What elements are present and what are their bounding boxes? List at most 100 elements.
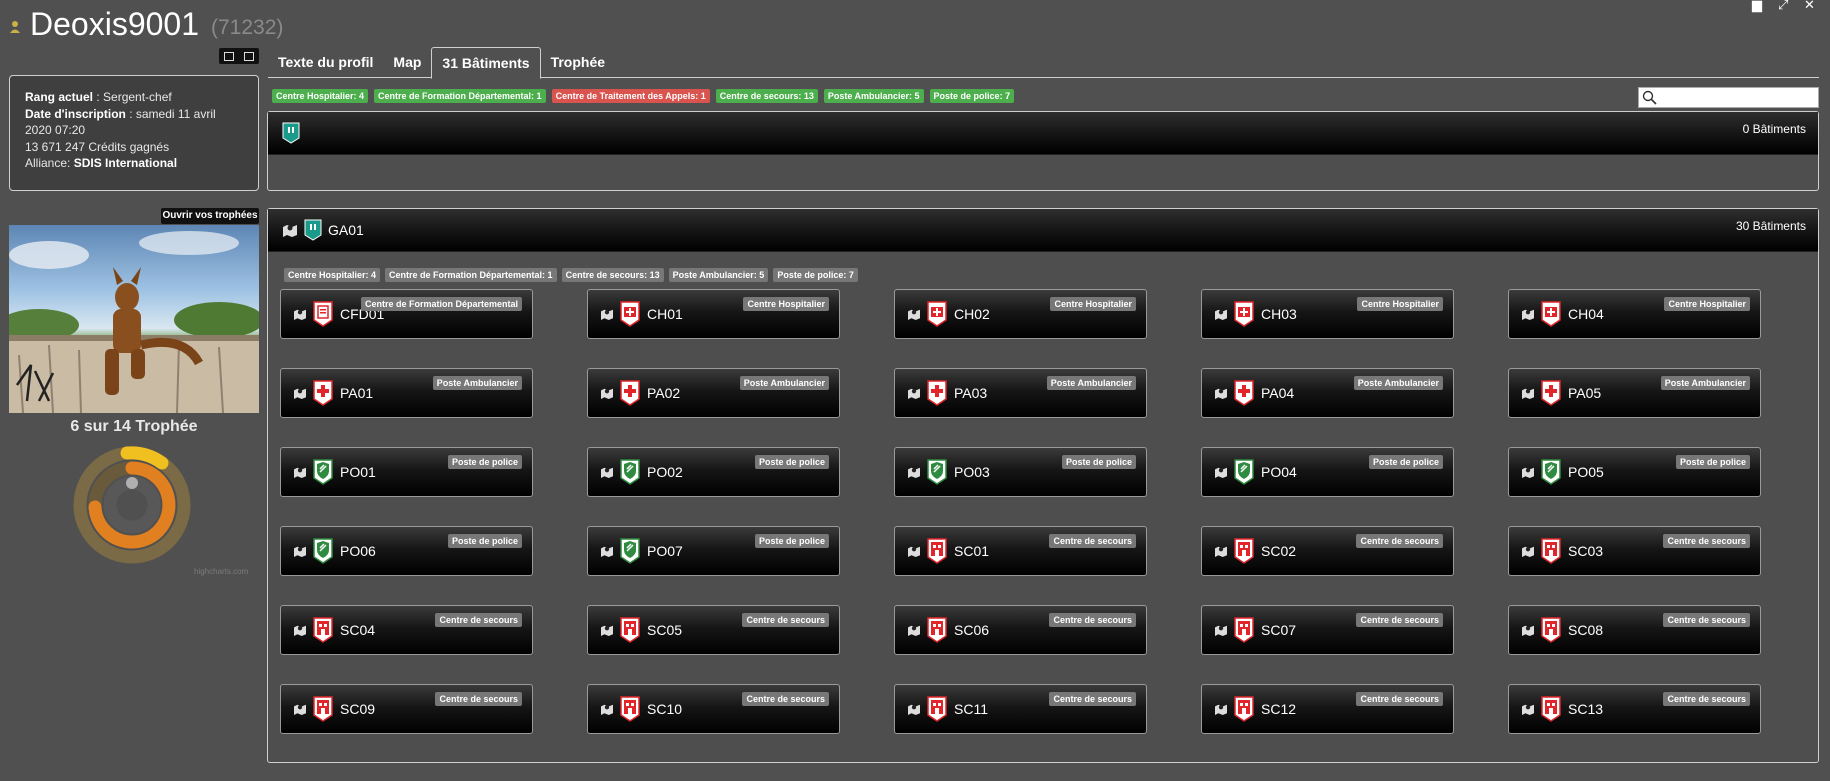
map-icon[interactable]	[1214, 308, 1228, 320]
map-icon[interactable]	[907, 624, 921, 636]
tab-map[interactable]: Map	[383, 47, 431, 78]
building-name[interactable]: SC06	[954, 622, 989, 638]
image-icon[interactable]	[244, 51, 254, 61]
open-trophies-button[interactable]: Ouvrir vos trophées	[161, 208, 259, 224]
tab-profile-text[interactable]: Texte du profil	[268, 47, 383, 78]
building-name[interactable]: PO04	[1261, 464, 1297, 480]
filter-hospital[interactable]: Centre Hospitalier: 4	[272, 89, 369, 103]
building-card[interactable]: CH01 Centre Hospitalier	[587, 289, 840, 339]
building-card[interactable]: SC12 Centre de secours	[1201, 684, 1454, 734]
map-icon[interactable]	[1214, 466, 1228, 478]
alliance-link[interactable]: SDIS International	[74, 156, 177, 170]
building-name[interactable]: PA01	[340, 385, 373, 401]
building-card[interactable]: SC02 Centre de secours	[1201, 526, 1454, 576]
map-icon[interactable]	[907, 387, 921, 399]
map-icon[interactable]	[1521, 466, 1535, 478]
building-name[interactable]: SC04	[340, 622, 375, 638]
map-icon[interactable]	[293, 703, 307, 715]
building-name[interactable]: SC08	[1568, 622, 1603, 638]
map-icon[interactable]	[1214, 387, 1228, 399]
close-icon[interactable]: ✕	[1804, 0, 1816, 11]
tab-buildings[interactable]: 31 Bâtiments	[431, 47, 541, 79]
map-icon[interactable]	[1521, 703, 1535, 715]
building-name[interactable]: PO05	[1568, 464, 1604, 480]
map-icon[interactable]	[293, 308, 307, 320]
map-icon[interactable]	[293, 387, 307, 399]
building-card[interactable]: SC01 Centre de secours	[894, 526, 1147, 576]
map-icon[interactable]	[600, 308, 614, 320]
building-name[interactable]: SC13	[1568, 701, 1603, 717]
building-card[interactable]: PA05 Poste Ambulancier	[1508, 368, 1761, 418]
edit-icon[interactable]	[224, 51, 234, 61]
map-icon[interactable]	[600, 624, 614, 636]
map-icon[interactable]	[600, 387, 614, 399]
building-card[interactable]: SC07 Centre de secours	[1201, 605, 1454, 655]
building-name[interactable]: PA02	[647, 385, 680, 401]
building-name[interactable]: SC10	[647, 701, 682, 717]
building-card[interactable]: SC06 Centre de secours	[894, 605, 1147, 655]
building-name[interactable]: PA05	[1568, 385, 1601, 401]
building-card[interactable]: SC11 Centre de secours	[894, 684, 1147, 734]
building-card[interactable]: CH02 Centre Hospitalier	[894, 289, 1147, 339]
building-name[interactable]: PO07	[647, 543, 683, 559]
building-card[interactable]: SC03 Centre de secours	[1508, 526, 1761, 576]
building-card[interactable]: PO04 Poste de police	[1201, 447, 1454, 497]
building-name[interactable]: SC01	[954, 543, 989, 559]
map-icon[interactable]	[293, 466, 307, 478]
map-icon[interactable]	[1521, 308, 1535, 320]
map-icon[interactable]	[282, 223, 298, 237]
building-name[interactable]: PO03	[954, 464, 990, 480]
filter-fire-station[interactable]: Centre de secours: 13	[715, 89, 818, 103]
map-icon[interactable]	[907, 466, 921, 478]
map-icon[interactable]	[1214, 703, 1228, 715]
building-card[interactable]: PA04 Poste Ambulancier	[1201, 368, 1454, 418]
map-icon[interactable]	[1214, 545, 1228, 557]
building-name[interactable]: SC03	[1568, 543, 1603, 559]
building-card[interactable]: PA03 Poste Ambulancier	[894, 368, 1147, 418]
map-icon[interactable]	[1214, 624, 1228, 636]
building-card[interactable]: CH03 Centre Hospitalier	[1201, 289, 1454, 339]
building-card[interactable]: SC08 Centre de secours	[1508, 605, 1761, 655]
building-card[interactable]: SC04 Centre de secours	[280, 605, 533, 655]
map-icon[interactable]	[1521, 387, 1535, 399]
filter-dispatch-center[interactable]: Centre de Traitement des Appels: 1	[551, 89, 710, 103]
building-card[interactable]: PO05 Poste de police	[1508, 447, 1761, 497]
building-card[interactable]: PO02 Poste de police	[587, 447, 840, 497]
building-name[interactable]: CH01	[647, 306, 683, 322]
building-name[interactable]: PA03	[954, 385, 987, 401]
building-name[interactable]: PO02	[647, 464, 683, 480]
map-icon[interactable]	[293, 545, 307, 557]
building-name[interactable]: CH04	[1568, 306, 1604, 322]
building-name[interactable]: PA04	[1261, 385, 1294, 401]
building-card[interactable]: PA02 Poste Ambulancier	[587, 368, 840, 418]
map-icon[interactable]	[1521, 545, 1535, 557]
map-icon[interactable]	[600, 466, 614, 478]
building-name[interactable]: CH03	[1261, 306, 1297, 322]
filter-training-center[interactable]: Centre de Formation Départemental: 1	[374, 89, 546, 103]
building-card[interactable]: PO03 Poste de police	[894, 447, 1147, 497]
building-name[interactable]: SC05	[647, 622, 682, 638]
search-input[interactable]	[1638, 87, 1819, 108]
building-name[interactable]: PO06	[340, 543, 376, 559]
maximize-icon[interactable]: ⤢	[1778, 0, 1790, 11]
chart-credit[interactable]: highcharts.com	[194, 567, 248, 576]
building-card[interactable]: CH04 Centre Hospitalier	[1508, 289, 1761, 339]
map-icon[interactable]	[907, 703, 921, 715]
building-card[interactable]: PA01 Poste Ambulancier	[280, 368, 533, 418]
building-card[interactable]: PO06 Poste de police	[280, 526, 533, 576]
building-name[interactable]: SC12	[1261, 701, 1296, 717]
map-icon[interactable]	[600, 545, 614, 557]
filter-police-station[interactable]: Poste de police: 7	[929, 89, 1015, 103]
tab-trophies[interactable]: Trophée	[541, 47, 615, 78]
subfilter-fire-station[interactable]: Centre de secours: 13	[561, 268, 664, 282]
subfilter-police-station[interactable]: Poste de police: 7	[773, 268, 858, 282]
map-icon[interactable]	[600, 703, 614, 715]
building-card[interactable]: SC05 Centre de secours	[587, 605, 840, 655]
map-icon[interactable]	[907, 308, 921, 320]
building-card[interactable]: PO01 Poste de police	[280, 447, 533, 497]
dispatch-center-name[interactable]: GA01	[328, 222, 364, 238]
building-card[interactable]: SC13 Centre de secours	[1508, 684, 1761, 734]
building-name[interactable]: SC07	[1261, 622, 1296, 638]
building-name[interactable]: SC09	[340, 701, 375, 717]
filter-ambulance-station[interactable]: Poste Ambulancier: 5	[823, 89, 924, 103]
